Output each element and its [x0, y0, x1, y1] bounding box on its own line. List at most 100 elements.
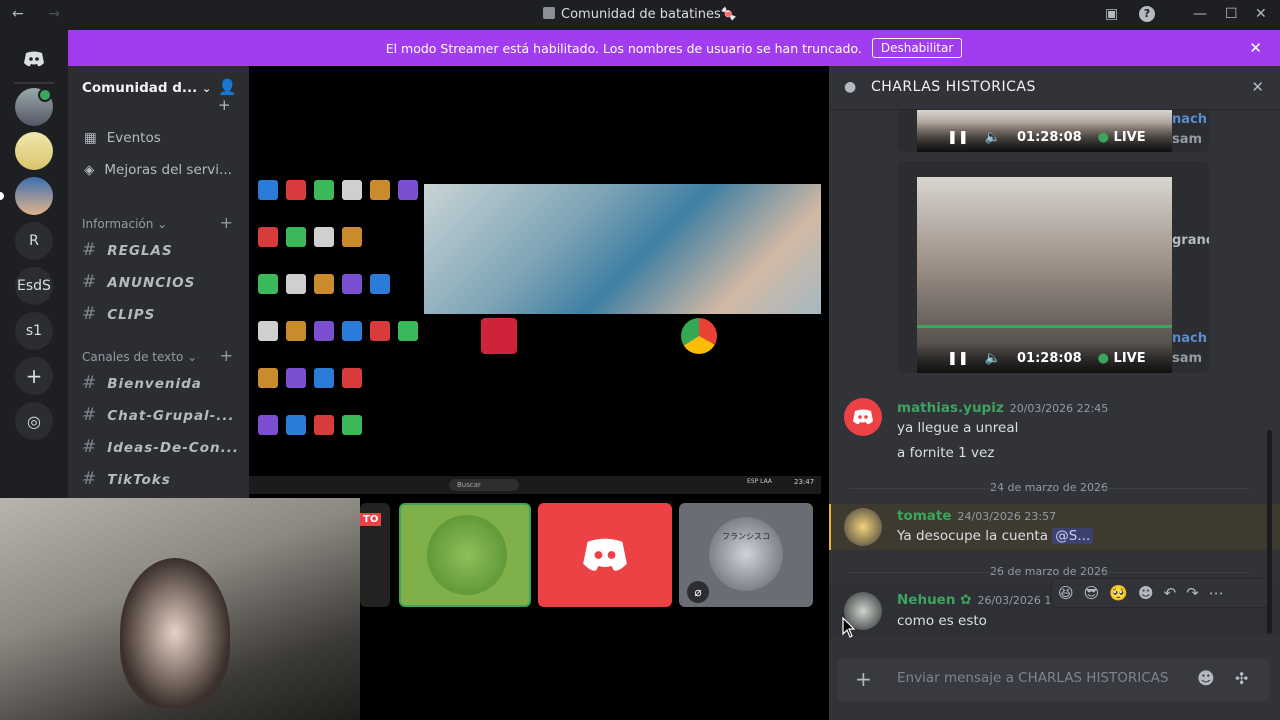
attach-icon[interactable]: + [855, 667, 872, 691]
video-progress[interactable] [917, 325, 1172, 328]
add-text-channel-icon[interactable]: + [220, 346, 233, 365]
close-chat-icon[interactable]: ✕ [1251, 78, 1264, 96]
avatar[interactable] [844, 508, 882, 546]
explore-icon[interactable]: ◎ [15, 402, 53, 440]
chevron-down-icon[interactable]: ⌄ [202, 82, 211, 95]
desktop-app-icon [309, 225, 339, 265]
pause-icon[interactable]: ❚❚ [947, 351, 969, 366]
desktop-app-icon [281, 319, 311, 359]
message-text: ya llegue a unreal [897, 420, 1019, 436]
events-item[interactable]: ▦ Eventos [84, 130, 161, 146]
side-name: sam [1172, 132, 1203, 147]
channel-chat-grupal[interactable]: # Chat-Grupal-... [82, 405, 235, 425]
scrollbar[interactable] [1267, 430, 1272, 634]
apps-icon[interactable]: ✣ [1235, 669, 1248, 688]
server-name[interactable]: Comunidad d... ⌄ [82, 80, 211, 96]
invite-icon[interactable]: 👤+ [218, 78, 249, 114]
desktop-app-icon [337, 178, 367, 218]
muted-mic-icon: ⌀ [687, 581, 709, 603]
reaction-plead-icon[interactable]: 🥺 [1109, 584, 1128, 602]
close-banner-icon[interactable]: ✕ [1249, 39, 1262, 57]
message-author[interactable]: Nehuen ✿ 26/03/2026 1:5 [897, 592, 1062, 608]
help-icon[interactable]: ? [1139, 6, 1155, 22]
forward-icon[interactable]: ↷ [1186, 584, 1199, 602]
server-avatar-3[interactable] [15, 177, 53, 215]
channel-ideas[interactable]: # Ideas-De-Con... [82, 437, 239, 457]
boosts-item[interactable]: ◈ Mejoras del servi... [84, 162, 232, 178]
server-icon [543, 7, 556, 19]
server-rail: R EsdS s1 + ◎ [0, 30, 68, 500]
window-title: Comunidad de batatines🍬 [0, 7, 1280, 22]
more-icon[interactable]: ⋯ [1209, 584, 1224, 602]
user-mention[interactable]: @S... [1052, 528, 1094, 544]
desktop-app-icon [281, 272, 311, 312]
reply-icon[interactable]: ↶ [1164, 584, 1177, 602]
add-reaction-icon[interactable]: ☻ [1138, 584, 1154, 602]
desktop-app-icon [309, 413, 339, 453]
video-player[interactable]: ❚❚ 🔈 01:28:08 ● LIVE [917, 110, 1172, 152]
add-server-icon[interactable]: + [15, 357, 53, 395]
participant-tile-muted[interactable]: フランシスコ ⌀ [679, 503, 813, 607]
channel-sidebar: Comunidad d... ⌄ 👤+ ▦ Eventos ◈ Mejoras de… [68, 66, 249, 500]
maximize-icon[interactable]: ☐ [1225, 6, 1238, 22]
video-embed-1[interactable]: ❚❚ 🔈 01:28:08 ● LIVE nach sam [897, 110, 1209, 152]
video-embed-2[interactable]: ❚❚🔈01:28:08● LIVE granc nach sam [897, 161, 1209, 373]
message-timestamp: 24/03/2026 23:57 [957, 510, 1057, 523]
participant-tile-discord[interactable] [538, 503, 672, 607]
message-mention[interactable]: tomate 24/03/2026 23:57 Ya desocupe la cu… [829, 504, 1280, 550]
channel-reglas[interactable]: # REGLAS [82, 240, 173, 260]
reaction-laugh-icon[interactable]: 😆 [1058, 584, 1074, 602]
desktop-app-icon [309, 272, 339, 312]
message-author[interactable]: mathias.yupiz 20/03/2026 22:45 [897, 400, 1108, 416]
desktop-app-icon [337, 366, 367, 406]
reaction-cool-icon[interactable]: 😎 [1084, 584, 1100, 602]
server-s1[interactable]: s1 [15, 312, 53, 350]
channel-tiktoks[interactable]: # TikToks [82, 469, 171, 489]
volume-icon[interactable]: 🔈 [985, 130, 1001, 145]
taskbar-search: Buscar [449, 479, 519, 491]
red-folder-icon [481, 318, 517, 354]
desktop-app-icon [281, 413, 311, 453]
close-window-icon[interactable]: ✕ [1255, 6, 1267, 22]
discord-logo-icon [583, 538, 627, 571]
message-timestamp: 20/03/2026 22:45 [1009, 402, 1109, 415]
desktop-app-icon [253, 319, 283, 359]
message[interactable]: mathias.yupiz 20/03/2026 22:45 ya llegue … [829, 394, 1280, 464]
message-input[interactable] [897, 670, 1187, 686]
server-esds[interactable]: EsdS [15, 267, 53, 305]
mouse-cursor-icon [842, 617, 856, 638]
category-info[interactable]: Información ⌄ [82, 217, 167, 231]
message-text: como es esto [897, 613, 987, 629]
channel-anuncios[interactable]: # ANUNCIOS [82, 272, 195, 292]
emoji-icon[interactable]: ☻ [1197, 669, 1215, 689]
channel-bienvenida[interactable]: # Bienvenida [82, 373, 202, 393]
desktop-app-icon [281, 366, 311, 406]
desktop-app-icon [365, 319, 395, 359]
stream-tile-partial[interactable]: TO [360, 503, 390, 607]
message-hovered[interactable]: Nehuen ✿ 26/03/2026 1:5 como es esto 😆 😎 … [829, 578, 1280, 636]
channel-clips[interactable]: # CLIPS [82, 304, 155, 324]
discord-logo-icon [853, 409, 873, 425]
desktop-app-icon [337, 413, 367, 453]
webcam-person [120, 558, 230, 708]
participant-avatar-2: フランシスコ [709, 517, 783, 591]
volume-icon[interactable]: 🔈 [985, 351, 1001, 366]
server-avatar-2[interactable] [15, 132, 53, 170]
avatar[interactable] [844, 398, 882, 436]
category-text[interactable]: Canales de texto ⌄ [82, 350, 197, 364]
disable-streamer-button[interactable]: Deshabilitar [871, 38, 963, 58]
minimize-icon[interactable]: — [1193, 6, 1207, 22]
desktop-app-icon [253, 178, 283, 218]
discord-home-icon[interactable] [15, 40, 53, 78]
desktop-app-icon [253, 272, 283, 312]
desktop-app-icon [253, 413, 283, 453]
server-r[interactable]: R [15, 222, 53, 260]
taskbar-clock: 23:47 [794, 478, 815, 486]
participant-tile-speaking[interactable] [399, 503, 531, 607]
inbox-icon[interactable]: ▣ [1105, 6, 1118, 22]
boost-icon: ◈ [84, 162, 95, 178]
message-author[interactable]: tomate 24/03/2026 23:57 [897, 508, 1056, 524]
add-channel-icon[interactable]: + [220, 213, 233, 232]
video-player[interactable]: ❚❚ 🔈 01:28:08 ● LIVE [917, 177, 1172, 373]
pause-icon[interactable]: ❚❚ [947, 130, 969, 145]
